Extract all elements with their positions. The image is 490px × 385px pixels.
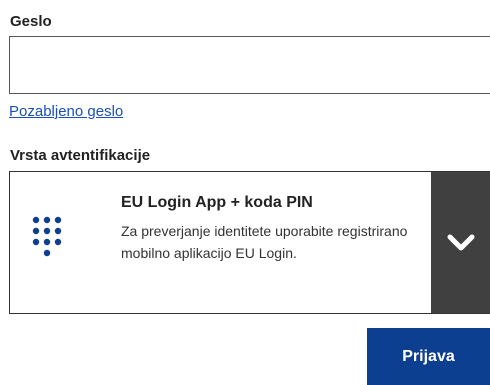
forgot-password-link[interactable]: Pozabljeno geslo — [9, 103, 123, 120]
login-submit-button[interactable]: Prijava — [367, 328, 490, 385]
auth-option-title: EU Login App + koda PIN — [121, 194, 313, 211]
auth-type-label: Vrsta avtentifikacije — [10, 147, 151, 164]
chevron-down-icon — [447, 234, 474, 250]
auth-type-dropdown-toggle[interactable] — [431, 172, 490, 313]
keypad-icon — [30, 214, 66, 274]
password-input[interactable] — [9, 36, 490, 94]
auth-option-description: Za preverjanje identitete uporabite regi… — [121, 223, 408, 261]
password-label: Geslo — [10, 13, 52, 30]
login-form: Geslo Pozabljeno geslo Vrsta avtentifika… — [0, 0, 490, 385]
auth-type-select[interactable]: EU Login App + koda PIN Za preverjanje i… — [9, 171, 490, 314]
